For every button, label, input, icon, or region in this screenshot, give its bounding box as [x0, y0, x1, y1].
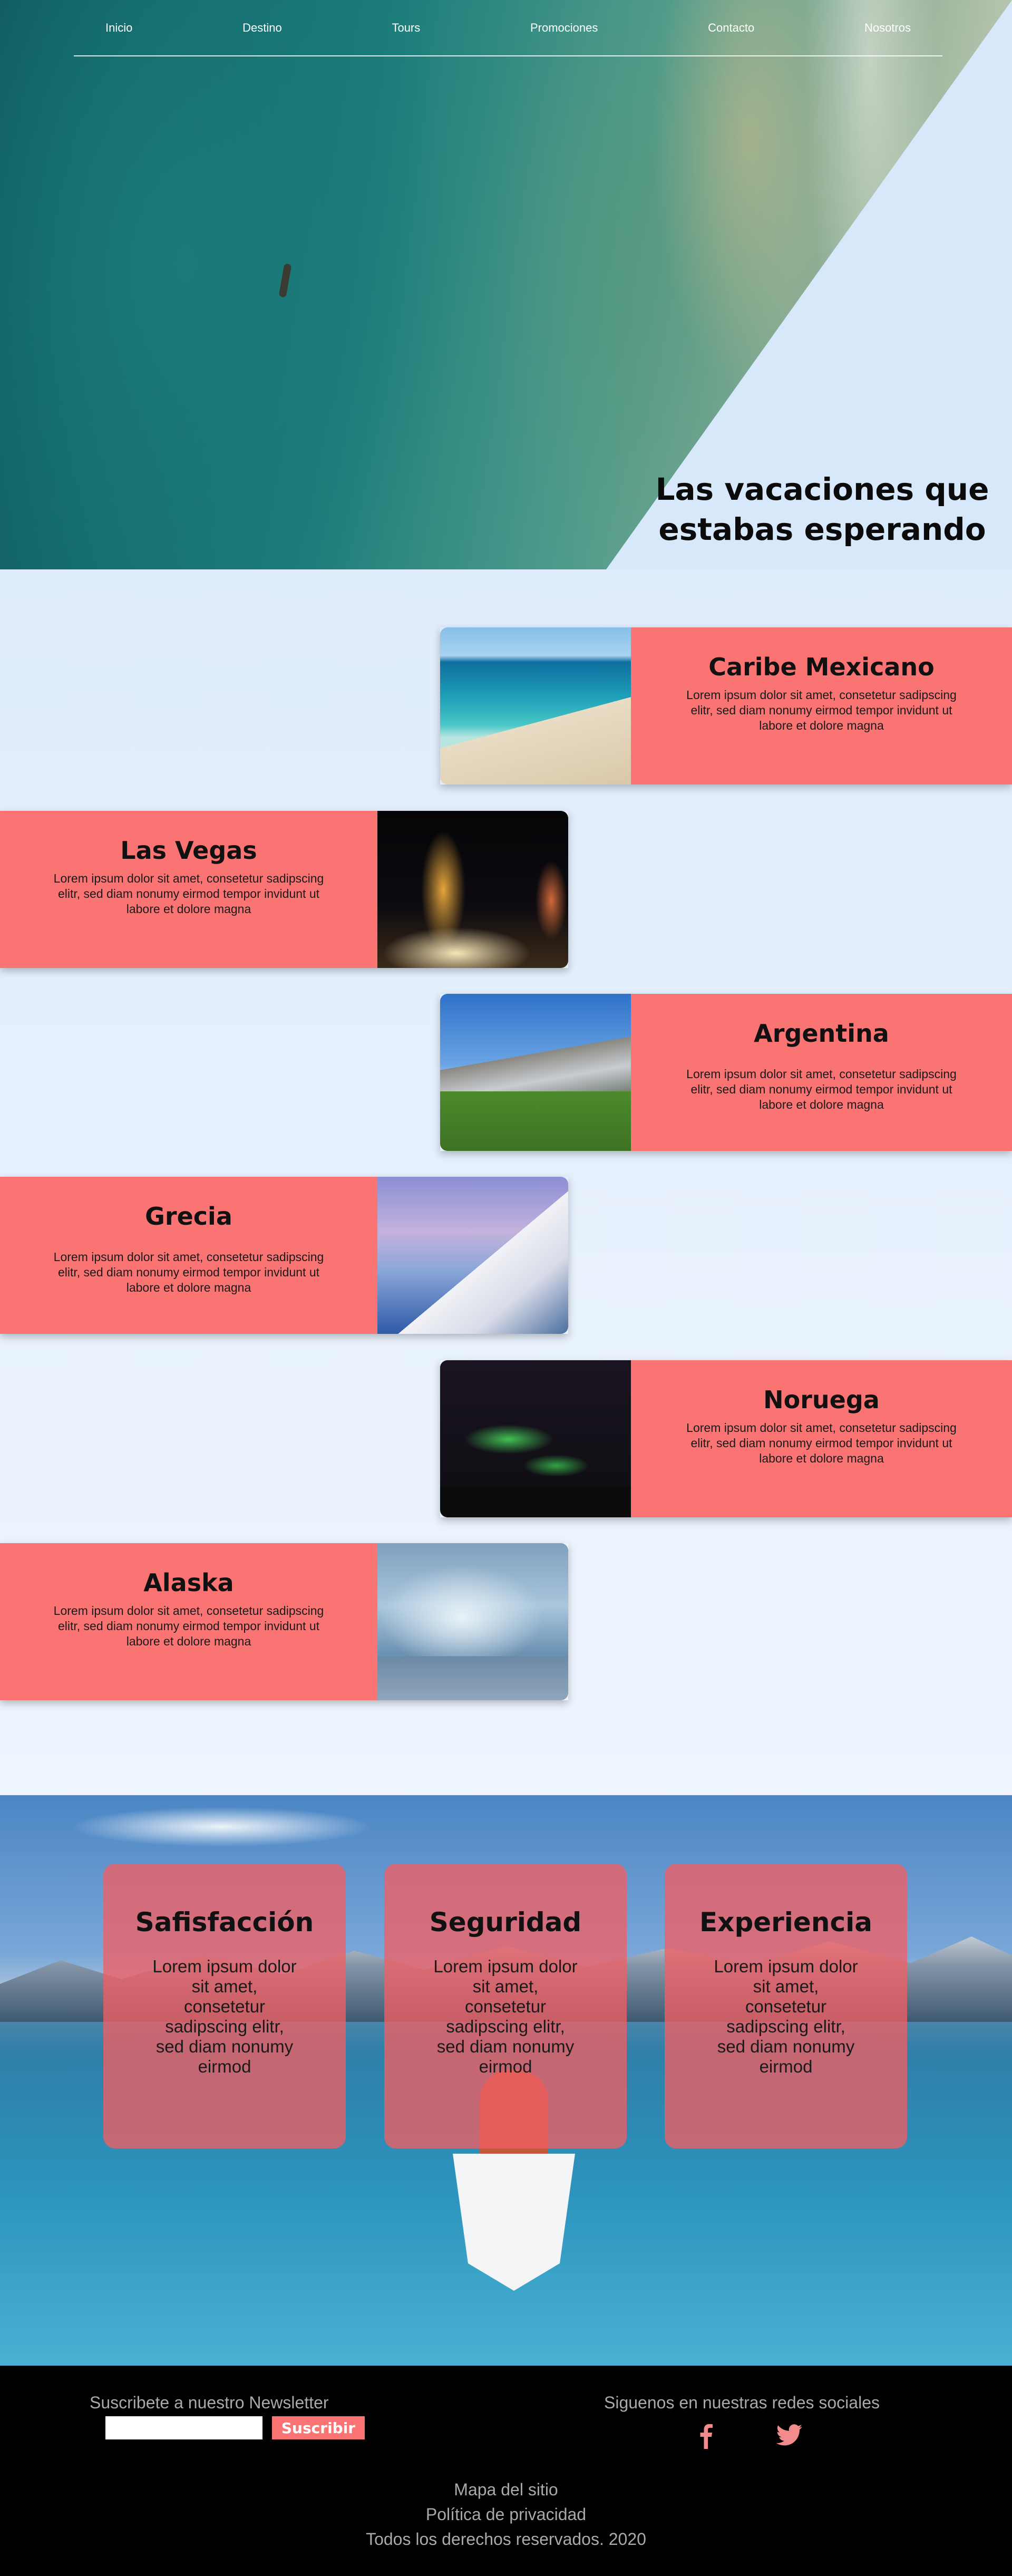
features-section: Safisfacción Lorem ipsum dolor sit amet,… — [0, 1795, 1012, 2366]
feature-card-satisfaccion: Safisfacción Lorem ipsum dolor sit amet,… — [103, 1864, 346, 2148]
destination-image-las-vegas — [377, 811, 568, 968]
hero-section: Inicio Destino Tours Promociones Contact… — [0, 0, 1012, 569]
destination-title: Alaska — [143, 1568, 234, 1597]
nav-item-destino[interactable]: Destino — [242, 21, 282, 35]
destination-body: Argentina Lorem ipsum dolor sit amet, co… — [631, 994, 1012, 1151]
feature-description: Lorem ipsum dolor sit amet, consetetur s… — [152, 1957, 297, 2076]
nav-item-promociones[interactable]: Promociones — [530, 21, 598, 35]
destination-body: Caribe Mexicano Lorem ipsum dolor sit am… — [631, 627, 1012, 785]
destination-body: Las Vegas Lorem ipsum dolor sit amet, co… — [0, 811, 377, 968]
destination-description: Lorem ipsum dolor sit amet, consetetur s… — [53, 871, 324, 916]
feature-title: Seguridad — [429, 1907, 582, 1938]
nav-item-inicio[interactable]: Inicio — [105, 21, 132, 35]
subscribe-button[interactable]: Suscribir — [272, 2416, 365, 2439]
footer-links: Mapa del sitio Política de privacidad To… — [0, 2477, 1012, 2552]
destination-image-argentina — [440, 994, 631, 1151]
destination-description: Lorem ipsum dolor sit amet, consetetur s… — [686, 688, 957, 732]
destination-card-las-vegas[interactable]: Las Vegas Lorem ipsum dolor sit amet, co… — [0, 811, 568, 968]
footer-link-sitemap[interactable]: Mapa del sitio — [454, 2480, 558, 2499]
site-footer: Suscribete a nuestro Newsletter Suscribi… — [0, 2366, 1012, 2576]
destination-image-alaska — [377, 1543, 568, 1700]
destination-description: Lorem ipsum dolor sit amet, consetetur s… — [53, 1604, 324, 1648]
destination-body: Grecia Lorem ipsum dolor sit amet, conse… — [0, 1177, 377, 1334]
nav-item-tours[interactable]: Tours — [392, 21, 420, 35]
social-label: Siguenos en nuestras redes sociales — [604, 2393, 880, 2412]
destination-card-grecia[interactable]: Grecia Lorem ipsum dolor sit amet, conse… — [0, 1177, 568, 1334]
destination-description: Lorem ipsum dolor sit amet, consetetur s… — [53, 1250, 324, 1294]
destination-title: Grecia — [145, 1202, 232, 1231]
feature-title: Safisfacción — [135, 1907, 314, 1938]
feature-card-seguridad: Seguridad Lorem ipsum dolor sit amet, co… — [384, 1864, 627, 2148]
destination-card-caribe[interactable]: Caribe Mexicano Lorem ipsum dolor sit am… — [440, 627, 1012, 785]
feature-card-experiencia: Experiencia Lorem ipsum dolor sit amet, … — [665, 1864, 907, 2148]
nav-item-contacto[interactable]: Contacto — [708, 21, 754, 35]
main-nav: Inicio Destino Tours Promociones Contact… — [74, 0, 942, 56]
hero-title: Las vacaciones que estabas esperando — [655, 471, 989, 547]
kayak-hull-shape — [453, 2154, 575, 2291]
destination-image-grecia — [377, 1177, 568, 1334]
copyright-text: Todos los derechos reservados. 2020 — [366, 2530, 646, 2549]
destinations-section: Caribe Mexicano Lorem ipsum dolor sit am… — [0, 569, 1012, 1795]
destination-title: Noruega — [763, 1386, 880, 1414]
nav-item-nosotros[interactable]: Nosotros — [864, 21, 911, 35]
destination-description: Lorem ipsum dolor sit amet, consetetur s… — [686, 1421, 957, 1465]
boat-shape — [278, 263, 292, 298]
destination-body: Alaska Lorem ipsum dolor sit amet, conse… — [0, 1543, 377, 1700]
destination-body: Noruega Lorem ipsum dolor sit amet, cons… — [631, 1360, 1012, 1517]
destination-card-alaska[interactable]: Alaska Lorem ipsum dolor sit amet, conse… — [0, 1543, 568, 1700]
destination-title: Argentina — [754, 1019, 889, 1048]
destination-title: Caribe Mexicano — [708, 653, 935, 681]
destination-title: Las Vegas — [120, 836, 257, 865]
newsletter-email-input[interactable] — [105, 2416, 262, 2439]
feature-description: Lorem ipsum dolor sit amet, consetetur s… — [714, 1957, 858, 2076]
feature-title: Experiencia — [699, 1907, 872, 1938]
destination-image-caribe — [440, 627, 631, 785]
destination-card-argentina[interactable]: Argentina Lorem ipsum dolor sit amet, co… — [440, 994, 1012, 1151]
twitter-icon[interactable] — [773, 2419, 805, 2451]
newsletter-label: Suscribete a nuestro Newsletter — [90, 2393, 329, 2412]
feature-description: Lorem ipsum dolor sit amet, consetetur s… — [433, 1957, 578, 2076]
footer-link-privacy[interactable]: Política de privacidad — [426, 2505, 586, 2524]
destination-description: Lorem ipsum dolor sit amet, consetetur s… — [686, 1067, 957, 1111]
destination-image-noruega — [440, 1360, 631, 1517]
facebook-icon[interactable] — [690, 2419, 722, 2451]
destination-card-noruega[interactable]: Noruega Lorem ipsum dolor sit amet, cons… — [440, 1360, 1012, 1517]
